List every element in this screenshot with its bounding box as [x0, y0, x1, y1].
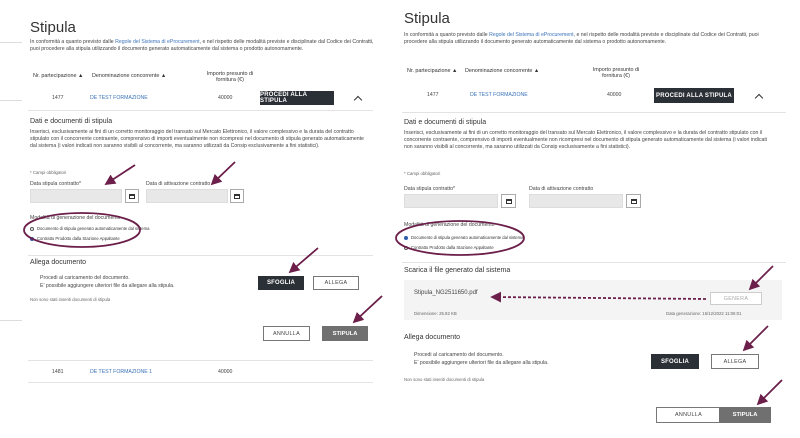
calendar-button[interactable]: [125, 189, 139, 203]
calendar-button[interactable]: [626, 194, 641, 208]
scarica-title: Scarica il file generato dal sistema: [404, 267, 511, 274]
radio-auto[interactable]: [404, 235, 408, 240]
generated-file-name[interactable]: Stipula_NG2511650.pdf: [414, 290, 478, 297]
stipula-button[interactable]: STIPULA: [719, 407, 771, 423]
stipula-button[interactable]: STIPULA: [322, 326, 368, 341]
col-importo: Importo presunto di fornitura (€): [592, 67, 640, 79]
allega-title: Allega documento: [30, 259, 87, 266]
calendar-icon: [505, 198, 512, 204]
divider: [28, 360, 373, 361]
calendar-button[interactable]: [501, 194, 516, 208]
allega-text2: E' possibile aggiungere ulteriori file d…: [40, 283, 175, 289]
left-screenshot-panel: Stipula In conformità a quanto previsto …: [0, 0, 392, 392]
row2-nr: 1481: [52, 369, 64, 375]
col-partecipazione[interactable]: Nr. partecipazione ▲: [33, 73, 83, 79]
right-screenshot-panel: Stipula In conformità a quanto previsto …: [392, 0, 800, 438]
allega-text1: Procedi al caricamento del documento.: [40, 275, 130, 281]
calendar-icon: [630, 198, 637, 204]
radio-soggetto[interactable]: [30, 236, 34, 241]
col-importo: Importo presunto di fornitura (€): [206, 71, 254, 83]
data-attivazione-input[interactable]: [529, 194, 623, 208]
page-title: Stipula: [30, 19, 76, 36]
row2-importo: 40000: [218, 369, 233, 375]
row-name-link[interactable]: DE TEST FORMAZIONE: [90, 95, 148, 102]
intro-text: In conformità a quanto previsto dalle Re…: [30, 39, 375, 53]
annulla-button[interactable]: ANNULLA: [656, 407, 721, 423]
collapse-chevron-icon[interactable]: [754, 93, 764, 103]
procedi-stipula-button[interactable]: PROCEDI ALLA STIPULA: [260, 91, 334, 105]
page-title: Stipula: [404, 10, 450, 27]
regole-link[interactable]: Regole del Sistema di eProcurement: [489, 32, 573, 38]
data-stipula-label: Data stipula contratto*: [404, 186, 456, 192]
sfoglia-button[interactable]: SFOGLIA: [651, 354, 699, 369]
genera-button[interactable]: GENERA: [710, 292, 762, 305]
row-name-link[interactable]: DE TEST FORMAZIONE: [470, 92, 528, 99]
annulla-button[interactable]: ANNULLA: [263, 326, 310, 341]
data-attivazione-input[interactable]: [146, 189, 228, 203]
option-auto[interactable]: Documento di stipula generato automatica…: [404, 235, 523, 240]
intro-text: In conformità a quanto previsto dalle Re…: [404, 32, 782, 46]
no-docs-text: Non sono stati inseriti documenti di sti…: [404, 377, 485, 382]
option-auto-label: Documento di stipula generato automatica…: [37, 226, 150, 231]
modalita-title: Modalità di generazione del documento: [30, 215, 121, 221]
left-edge-line: [0, 100, 22, 101]
dati-title: Dati e documenti di stipula: [30, 118, 113, 125]
file-size: Dimensione: 25.92 KB: [414, 311, 457, 316]
radio-auto[interactable]: [30, 226, 34, 231]
allega-text2: E' possibile aggiungere ulteriori file d…: [414, 360, 549, 366]
left-edge-line: [0, 320, 22, 321]
intro-pre: In conformità a quanto previsto dalle: [404, 32, 490, 38]
regole-link[interactable]: Regole del Sistema di eProcurement: [115, 39, 199, 45]
required-note: * Campi obbligatori: [404, 171, 441, 176]
required-note: * Campi obbligatori: [30, 170, 67, 175]
file-generation-date: Data generazione: 15/12/2022 11:06:01: [666, 311, 742, 316]
data-attivazione-label: Data di attivazione contratto: [146, 181, 211, 187]
row-nr: 1477: [52, 95, 64, 101]
data-stipula-input[interactable]: [404, 194, 498, 208]
data-stipula-label: Data stipula contratto*: [30, 181, 82, 187]
no-docs-text: Non sono stati inseriti documenti di sti…: [30, 297, 111, 302]
option-soggetto-label: Contratto Prodotto dalla Stazione Appalt…: [37, 236, 120, 241]
data-stipula-input[interactable]: [30, 189, 122, 203]
divider: [28, 110, 373, 111]
calendar-icon: [234, 193, 240, 199]
radio-soggetto[interactable]: [404, 245, 408, 250]
divider: [402, 262, 786, 263]
collapse-chevron-icon[interactable]: [353, 95, 363, 105]
dati-title: Dati e documenti di stipula: [404, 119, 487, 126]
option-soggetto-label: Contratto Prodotto dalla Stazione Appalt…: [411, 245, 494, 250]
sfoglia-button[interactable]: SFOGLIA: [258, 276, 304, 290]
allega-title: Allega documento: [404, 334, 461, 341]
left-edge-line: [0, 42, 22, 43]
row2-name-link[interactable]: DE TEST FORMAZIONE 1: [90, 369, 152, 376]
divider: [402, 112, 786, 113]
data-attivazione-label: Data di attivazione contratto: [529, 186, 594, 192]
calendar-icon: [129, 193, 135, 199]
row-importo: 40000: [607, 92, 622, 98]
allega-text1: Procedi al caricamento del documento.: [414, 352, 504, 358]
option-auto[interactable]: Documento di stipula generato automatica…: [30, 226, 149, 231]
modalita-title: Modalità di generazione del documento: [404, 222, 495, 228]
dati-text: Inserisci, esclusivamente ai fini di un …: [30, 129, 364, 149]
row-nr: 1477: [427, 92, 439, 98]
option-soggetto[interactable]: Contratto Prodotto dalla Stazione Appalt…: [30, 236, 120, 241]
option-soggetto[interactable]: Contratto Prodotto dalla Stazione Appalt…: [404, 245, 494, 250]
intro-pre: In conformità a quanto previsto dalle: [30, 39, 116, 45]
allega-button[interactable]: ALLEGA: [313, 276, 359, 290]
col-denominazione[interactable]: Denominazione concorrente ▲: [465, 68, 539, 74]
dati-text: Inserisci, esclusivamente ai fini di un …: [404, 130, 768, 150]
col-partecipazione[interactable]: Nr. partecipazione ▲: [407, 68, 457, 74]
calendar-button[interactable]: [230, 189, 244, 203]
option-auto-label: Documento di stipula generato automatica…: [411, 235, 524, 240]
divider: [28, 255, 373, 256]
col-denominazione[interactable]: Denominazione concorrente ▲: [92, 73, 166, 79]
procedi-stipula-button[interactable]: PROCEDI ALLA STIPULA: [654, 88, 734, 103]
row-importo: 40000: [218, 95, 233, 101]
allega-button[interactable]: ALLEGA: [711, 354, 759, 369]
divider: [28, 382, 373, 383]
